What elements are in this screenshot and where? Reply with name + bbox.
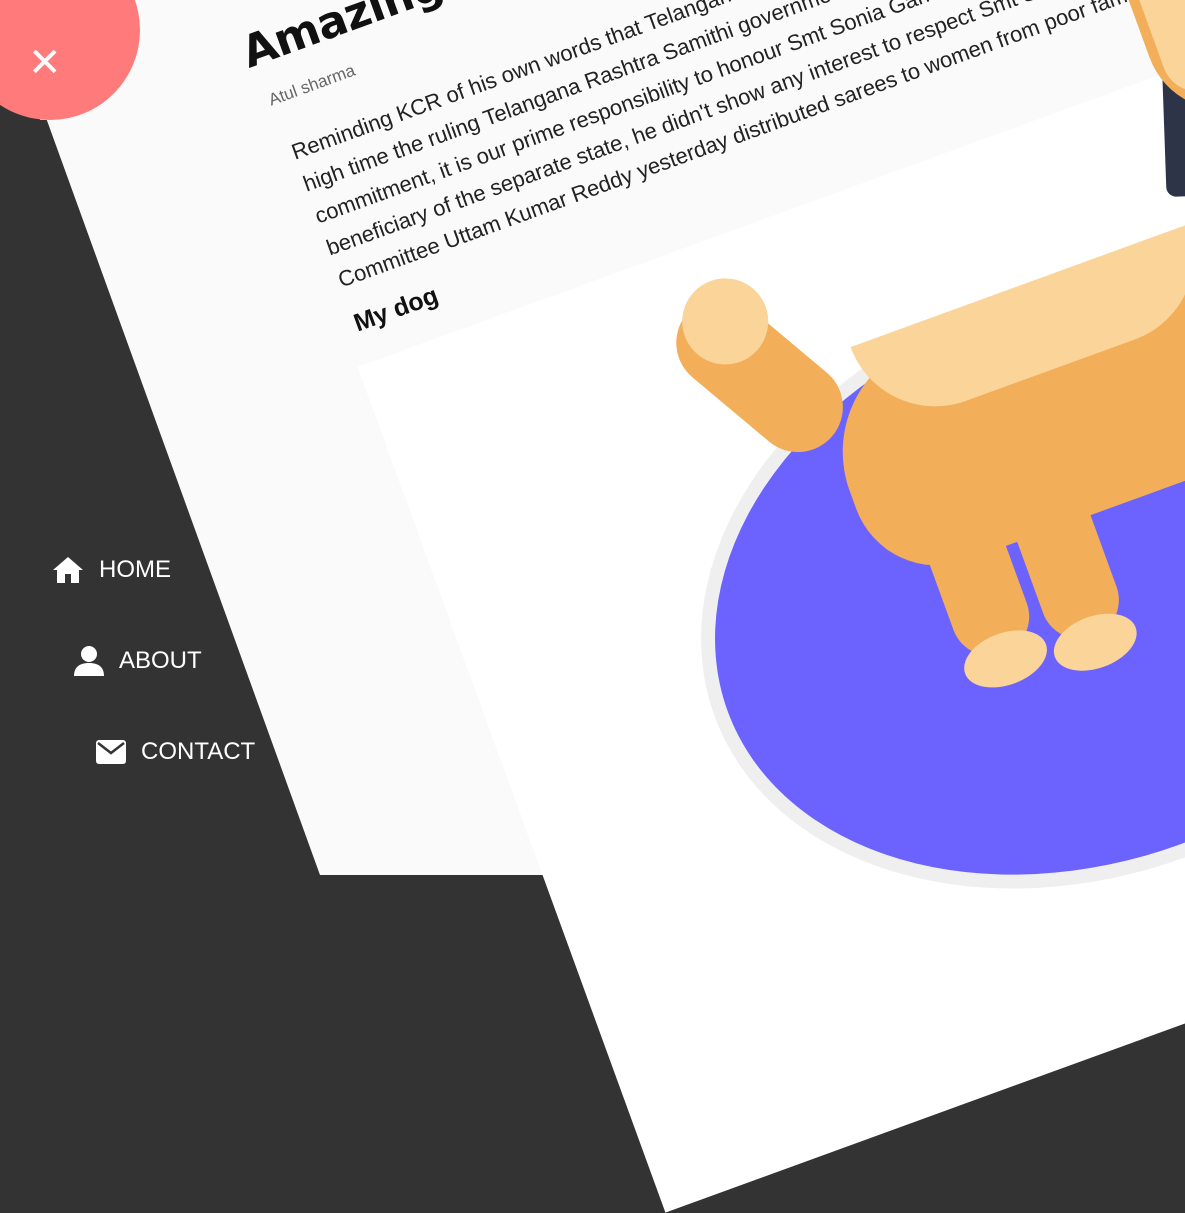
nav-about-label: ABOUT [119, 647, 202, 674]
nav-contact-label: CONTACT [141, 738, 256, 765]
nav-item-home[interactable]: HOME [51, 555, 171, 585]
nav-home-label: HOME [99, 556, 171, 583]
user-icon [74, 646, 104, 676]
envelope-icon [96, 740, 126, 764]
home-icon [53, 557, 83, 583]
nav-item-about[interactable]: ABOUT [73, 645, 202, 677]
close-icon: ✕ [28, 40, 62, 86]
nav-item-contact[interactable]: CONTACT [95, 738, 255, 766]
